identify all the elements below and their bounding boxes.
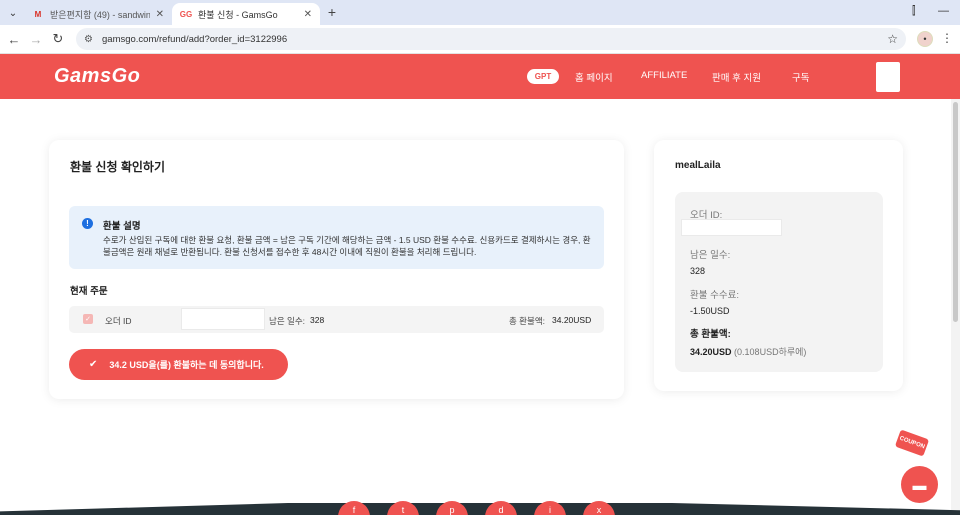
summary-order-id-redacted: [681, 219, 782, 236]
summary-total-value: 34.20USD (0.108USD하루에): [690, 345, 806, 358]
summary-panel: 오더 ID: 남은 일수: 328 환불 수수료: -1.50USD 총 환불액…: [675, 192, 883, 372]
agree-refund-button[interactable]: ✔ 34.2 USD을(를) 환불하는 데 동의합니다.: [69, 349, 288, 380]
info-text: 수로가 산입된 구독에 대한 환불 요청, 환불 금액 = 남은 구독 기간에 …: [103, 235, 591, 257]
url-text[interactable]: gamsgo.com/refund/add?order_id=3122996: [102, 34, 287, 45]
forward-arrow-icon[interactable]: →: [28, 31, 44, 47]
gamsgo-logo[interactable]: GamsGo: [54, 65, 140, 88]
refund-confirm-card: 환불 신청 확인하기 ! 환불 설명 수로가 산입된 구독에 대한 환불 요청,…: [49, 140, 624, 399]
profile-avatar[interactable]: •: [917, 31, 933, 47]
tab-search-icon[interactable]: ⌄: [4, 4, 22, 22]
order-checkbox[interactable]: ✓: [83, 314, 93, 324]
current-order-label: 현재 주문: [70, 286, 108, 297]
browser-toolbar: ← → ↻ ⚙ gamsgo.com/refund/add?order_id=3…: [0, 25, 960, 54]
order-id-redacted: [181, 308, 265, 330]
order-summary-card: mealLaila 오더 ID: 남은 일수: 328 환불 수수료: -1.5…: [654, 140, 903, 391]
window-split-icon[interactable]: ⫿: [912, 5, 916, 18]
close-icon[interactable]: ✕: [304, 9, 312, 20]
refund-info-box: ! 환불 설명 수로가 산입된 구독에 대한 환불 요청, 환불 금액 = 남은…: [69, 206, 604, 269]
reload-icon[interactable]: ↻: [50, 31, 66, 47]
bookmark-star-icon[interactable]: ☆: [887, 32, 898, 46]
footer: [0, 503, 960, 515]
chat-button[interactable]: ▬: [901, 466, 938, 503]
browser-tabstrip: ⌄ M 받은편지함 (49) - sandwinmity ✕ GG 환불 신청 …: [0, 0, 960, 25]
remaining-days-label: 남은 일수:: [269, 316, 306, 326]
gpt-badge[interactable]: GPT: [527, 69, 559, 84]
menu-dots-icon[interactable]: ⋮: [941, 31, 953, 45]
summary-total-label: 총 환불액:: [690, 329, 731, 340]
tab-title: 환불 신청 - GamsGo: [198, 9, 278, 20]
remaining-days-value: 328: [310, 315, 325, 325]
address-bar[interactable]: ⚙ gamsgo.com/refund/add?order_id=3122996…: [76, 28, 906, 50]
tab-gamsgo[interactable]: GG 환불 신청 - GamsGo ✕: [172, 3, 320, 25]
minimize-icon[interactable]: —: [938, 5, 949, 17]
check-icon: ✔: [89, 359, 98, 370]
coupon-badge[interactable]: COUPON: [894, 429, 930, 457]
nav-subscribe[interactable]: 구독: [792, 70, 809, 84]
gamsgo-favicon-icon: GG: [179, 9, 193, 19]
new-tab-button[interactable]: +: [324, 4, 340, 20]
agree-refund-label: 34.2 USD을(를) 환불하는 데 동의합니다.: [109, 360, 264, 370]
back-arrow-icon[interactable]: ←: [6, 31, 22, 47]
nav-home[interactable]: 홈 페이지: [575, 70, 613, 84]
summary-total-amount: 34.20USD: [690, 347, 732, 357]
summary-remaining-label: 남은 일수:: [690, 250, 731, 261]
summary-per-day: (0.108USD하루에): [734, 347, 807, 357]
total-refund-label: 총 환불액:: [509, 316, 546, 326]
order-row: ✓ 오더 ID 남은 일수: 328 총 환불액: 34.20USD: [69, 306, 604, 333]
gmail-icon: M: [34, 9, 42, 19]
tab-gmail[interactable]: M 받은편지함 (49) - sandwinmity ✕: [24, 3, 172, 25]
chat-bubble-icon: ▬: [912, 476, 927, 493]
user-menu-box[interactable]: [876, 62, 900, 92]
info-title: 환불 설명: [103, 221, 141, 232]
order-id-label: 오더 ID: [105, 316, 132, 326]
scrollbar-thumb[interactable]: [953, 102, 958, 322]
site-header: GamsGo GPT 홈 페이지 AFFILIATE 판매 후 지원 구독: [0, 54, 960, 99]
tab-title: 받은편지함 (49) - sandwinmity: [50, 9, 150, 20]
nav-after-sales[interactable]: 판매 후 지원: [712, 70, 761, 84]
site-info-icon[interactable]: ⚙: [84, 34, 98, 45]
username: mealLaila: [675, 160, 721, 171]
summary-fee-value: -1.50USD: [690, 306, 730, 316]
info-icon: !: [82, 218, 93, 229]
close-icon[interactable]: ✕: [156, 9, 164, 20]
summary-fee-label: 환불 수수료:: [690, 290, 739, 301]
nav-affiliate[interactable]: AFFILIATE: [641, 70, 687, 81]
page-title: 환불 신청 확인하기: [70, 160, 165, 174]
summary-remaining-value: 328: [690, 266, 706, 276]
total-refund-value: 34.20USD: [552, 315, 592, 325]
